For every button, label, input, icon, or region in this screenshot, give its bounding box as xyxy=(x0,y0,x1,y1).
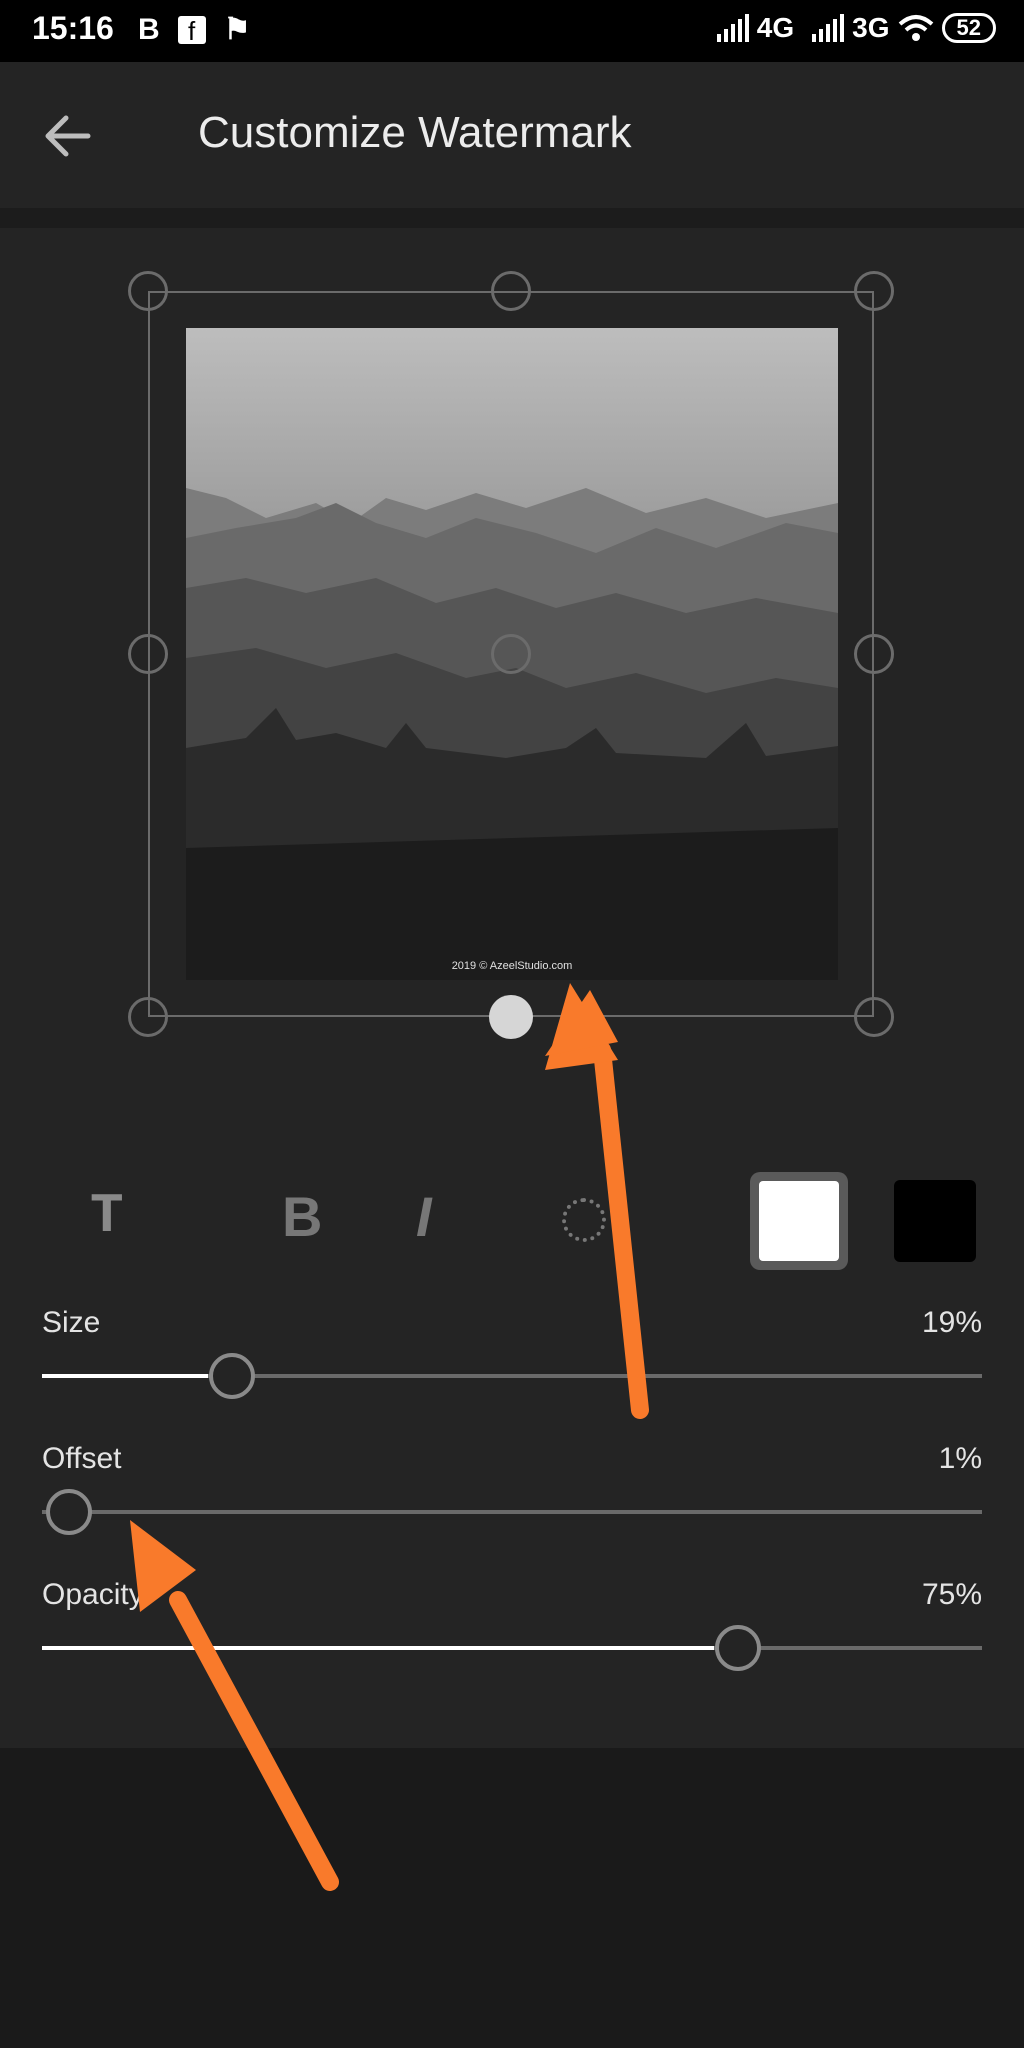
offset-slider-thumb[interactable] xyxy=(46,1489,93,1535)
size-slider-fill xyxy=(42,1374,208,1378)
rotate-icon[interactable] xyxy=(562,1198,606,1242)
color-swatch-black[interactable] xyxy=(894,1180,976,1262)
status-bar: 15:16 B f ⚑ 4G 3G 52 xyxy=(0,0,1024,62)
resize-handle-bottom-right[interactable] xyxy=(854,997,894,1037)
flag-icon: ⚑ xyxy=(223,13,251,46)
app-bar: Customize Watermark xyxy=(0,62,1024,208)
back-button[interactable] xyxy=(40,108,96,164)
opacity-value: 75% xyxy=(921,1578,982,1611)
status-right: 4G 3G 52 xyxy=(716,12,996,44)
resize-handle-top-left[interactable] xyxy=(128,271,168,311)
wifi-icon xyxy=(898,15,933,41)
arrow-left-icon xyxy=(45,115,91,157)
network-label-1: 4G xyxy=(756,12,795,43)
page-title: Customize Watermark xyxy=(198,108,632,157)
offset-slider[interactable] xyxy=(42,1489,982,1535)
opacity-slider-thumb[interactable] xyxy=(715,1625,761,1671)
text-style-button[interactable]: T xyxy=(90,1184,124,1248)
resize-handle-middle-left[interactable] xyxy=(128,634,168,674)
size-value: 19% xyxy=(921,1306,982,1339)
header-divider xyxy=(0,208,1024,228)
opacity-label: Opacity xyxy=(42,1578,144,1611)
status-time: 15:16 xyxy=(32,10,114,46)
offset-label: Offset xyxy=(42,1442,122,1475)
signal-icon xyxy=(716,14,749,42)
battery-indicator: 52 xyxy=(941,13,996,43)
size-label: Size xyxy=(42,1306,101,1339)
notification-icons: B f ⚑ xyxy=(138,12,251,48)
b-icon: B xyxy=(138,13,160,46)
italic-button[interactable]: I xyxy=(416,1184,432,1249)
position-handle-center[interactable] xyxy=(491,634,531,674)
resize-handle-bottom-left[interactable] xyxy=(128,997,168,1037)
size-slider[interactable] xyxy=(42,1353,982,1399)
position-handle-bottom-center-selected[interactable] xyxy=(489,995,533,1039)
bold-button[interactable]: B xyxy=(282,1184,322,1249)
white-color-chip xyxy=(759,1181,839,1261)
watermark-text[interactable]: 2019 © AzeelStudio.com xyxy=(186,960,838,972)
resize-handle-middle-right[interactable] xyxy=(854,634,894,674)
network-label-2: 3G xyxy=(852,12,890,43)
offset-value: 1% xyxy=(938,1442,982,1475)
size-slider-thumb[interactable] xyxy=(208,1353,255,1399)
resize-handle-top-right[interactable] xyxy=(854,271,894,311)
color-swatch-white-selected[interactable] xyxy=(750,1172,848,1270)
opacity-slider[interactable] xyxy=(42,1625,982,1671)
resize-handle-top-center[interactable] xyxy=(491,271,531,311)
signal-icon-2 xyxy=(812,14,845,42)
facebook-icon: f xyxy=(177,16,206,46)
opacity-slider-fill xyxy=(42,1646,714,1650)
